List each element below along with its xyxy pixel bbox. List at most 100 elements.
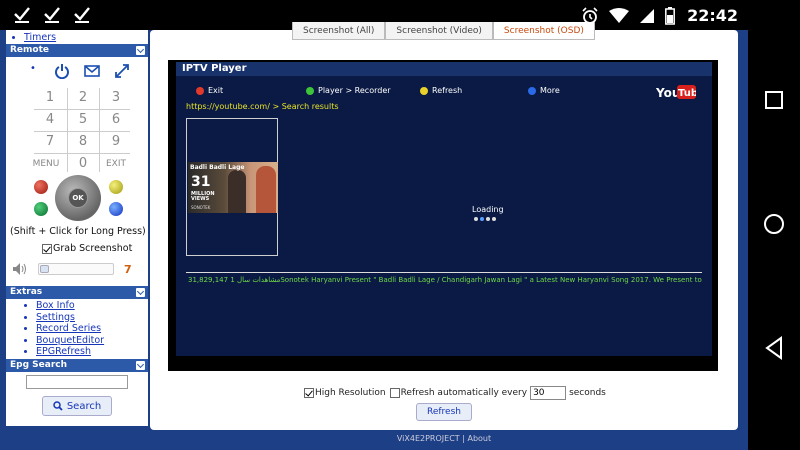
ok-button[interactable]: OK [68,188,88,208]
player-body: Exit Player > Recorder Refresh More You … [176,76,712,356]
refresh-label: Refresh [432,86,463,95]
breadcrumb: https://youtube.com/ > Search results [186,102,339,111]
epg-search-section-header[interactable]: Epg Search [6,359,148,372]
blue-dot-icon [528,86,536,95]
player-recorder-label: Player > Recorder [318,86,391,95]
power-icon[interactable] [54,63,70,79]
player-title: IPTV Player [176,62,712,76]
list-item: BouquetEditor [36,335,148,347]
home-icon[interactable] [758,208,790,240]
volume-slider[interactable] [38,263,114,275]
key-5[interactable]: 5 [69,110,97,130]
thumbnail-views: MILLION VIEWS [191,191,215,202]
blue-button[interactable] [109,202,123,216]
timers-link[interactable]: Timers [24,32,148,44]
bouquet-editor-link[interactable]: BouquetEditor [36,335,148,347]
box-info-link[interactable]: Box Info [36,300,148,312]
remote-section-header[interactable]: Remote [6,43,148,57]
key-exit[interactable]: EXIT [100,154,132,174]
high-resolution-checkbox[interactable] [304,388,314,398]
project-link[interactable]: ViX4E2PROJECT [397,434,460,443]
svg-text:Tube: Tube [678,88,696,99]
settings-link[interactable]: Settings [36,312,148,324]
yellow-button[interactable] [109,180,123,194]
back-icon[interactable] [758,332,790,364]
more-key-hint: More [528,86,560,95]
extras-section-header[interactable]: Extras [6,286,148,299]
check-notification-icon [14,7,30,23]
more-label: More [540,86,560,95]
check-notification-icon [74,7,90,23]
fullscreen-icon[interactable] [114,63,130,79]
app-area: Timers Remote • 1 2 3 4 5 6 7 8 9 MENU 0 [0,22,748,450]
signal-icon [640,8,655,23]
footer-separator: | [462,434,465,443]
about-link[interactable]: About [467,434,491,443]
loading-text: Loading [472,205,504,214]
key-2[interactable]: 2 [69,88,97,108]
tab-screenshot-osd[interactable]: Screenshot (OSD) [492,22,595,40]
volume-value: 7 [124,262,132,276]
thumbnail-title: Badli Badli Lage [190,164,245,171]
red-dot-icon [196,86,204,95]
green-button[interactable] [34,202,48,216]
tab-screenshot-all[interactable]: Screenshot (All) [292,22,386,40]
key-menu[interactable]: MENU [30,154,62,174]
auto-refresh-checkbox[interactable] [389,388,400,398]
extras-list: Box Info Settings Record Series BouquetE… [6,300,148,358]
key-7[interactable]: 7 [36,132,64,152]
thumbnail-count: 31 [191,174,211,190]
list-item: Timers [24,32,148,44]
volume-slider-handle[interactable] [40,265,49,273]
epg-refresh-link[interactable]: EPGRefresh [36,346,148,358]
list-item: Settings [36,312,148,324]
auto-refresh-label: Refresh automatically every [400,388,528,398]
bullet: • [30,62,36,74]
epg-search-input[interactable] [26,375,128,389]
recents-icon[interactable] [758,84,790,116]
key-0[interactable]: 0 [69,154,97,174]
refresh-interval-input[interactable] [530,386,567,400]
record-series-link[interactable]: Record Series [36,323,148,335]
search-button[interactable]: Search [42,396,112,416]
search-button-label: Search [66,400,102,412]
list-item: Record Series [36,323,148,335]
key-3[interactable]: 3 [102,88,130,108]
refresh-button[interactable]: Refresh [416,403,472,421]
chevron-down-icon[interactable] [136,45,145,55]
list-item: Box Info [36,300,148,312]
message-icon[interactable] [84,63,100,79]
screenshot-options: High Resolution Refresh automatically ev… [304,386,606,400]
battery-icon [665,6,676,25]
key-8[interactable]: 8 [69,132,97,152]
thumbnail-brand: SONOTEK [191,205,211,210]
ticker-text: Sonotek Haryanvi Present " Badli Badli L… [280,276,702,284]
screenshot-view: IPTV Player Exit Player > Recorder Refre… [168,60,718,371]
exit-key-hint: Exit [196,86,223,95]
check-notification-icon [44,7,60,23]
section-title: Remote [10,44,50,55]
timers-list: Timers [6,30,148,44]
volume-icon[interactable] [12,262,28,276]
chevron-down-icon[interactable] [136,361,145,370]
video-thumbnail-frame[interactable]: Badli Badli Lage 31 MILLION VIEWS SONOTEK [186,118,278,256]
chevron-down-icon[interactable] [136,288,145,297]
key-9[interactable]: 9 [102,132,130,152]
key-4[interactable]: 4 [36,110,64,130]
svg-text:You: You [656,86,680,100]
green-dot-icon [306,86,314,95]
youtube-logo-icon: You Tube [656,85,696,100]
grab-screenshot-row: Grab Screenshot [42,243,132,254]
key-1[interactable]: 1 [36,88,64,108]
grab-screenshot-checkbox[interactable] [42,243,52,254]
nav-bar [748,0,800,450]
tab-screenshot-video[interactable]: Screenshot (Video) [385,22,493,40]
dpad[interactable]: OK [55,175,101,221]
clock: 22:42 [687,6,738,25]
key-6[interactable]: 6 [102,110,130,130]
wifi-icon [609,7,630,23]
red-button[interactable] [34,180,48,194]
grab-screenshot-label: Grab Screenshot [53,243,133,254]
person-figure [256,166,276,213]
divider [186,272,702,273]
